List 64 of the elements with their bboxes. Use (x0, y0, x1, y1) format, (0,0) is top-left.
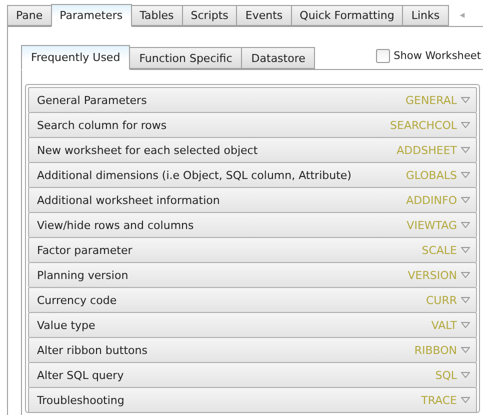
section-code: TRACE (421, 394, 457, 406)
expand-triangle-icon (461, 147, 470, 153)
section-title: Currency code (37, 294, 117, 306)
tab[interactable]: Datastore (241, 47, 316, 69)
section-code: GLOBALS (406, 168, 457, 182)
section-code: SEARCHCOL (390, 118, 457, 132)
expand-triangle-icon (461, 122, 470, 128)
checkbox[interactable] (376, 49, 390, 63)
section-title: Additional dimensions (i.e Object, SQL column, Attribute) (37, 168, 352, 182)
section-title: Value type (37, 318, 96, 332)
section-title: Search column for rows (37, 118, 167, 132)
expand-triangle-icon (461, 197, 470, 203)
expand-triangle-icon (461, 372, 470, 378)
section-title: Alter ribbon buttons (37, 344, 148, 356)
checkbox-label: Show Worksheet (394, 50, 481, 62)
tab[interactable]: Scripts (182, 5, 238, 26)
tab[interactable]: Links (402, 5, 449, 26)
section-code: CURR (426, 294, 457, 306)
expand-triangle-icon (461, 97, 470, 103)
section-title: New worksheet for each selected object (37, 144, 258, 156)
section-code: RIBBON (414, 344, 457, 356)
section-title: Factor parameter (37, 244, 132, 256)
section-code: VIEWTAG (406, 218, 457, 232)
accordion-header[interactable]: View/hide rows and columns VIEWTAG (28, 212, 477, 237)
accordion-header[interactable]: Additional worksheet information ADDINFO (28, 187, 477, 212)
section-code: GENERAL (405, 94, 457, 106)
section-title: View/hide rows and columns (37, 218, 194, 232)
tab[interactable]: Tables (130, 5, 183, 26)
section-code: ADDINFO (406, 194, 457, 206)
expand-triangle-icon (461, 222, 470, 228)
section-title: Planning version (37, 268, 128, 282)
tab[interactable]: Quick Formatting (290, 5, 404, 26)
expand-triangle-icon (461, 272, 470, 278)
tab[interactable]: Events (236, 5, 292, 26)
accordion-header[interactable]: Value type VALT (28, 312, 477, 337)
section-title: General Parameters (37, 94, 147, 106)
section-code: VALT (431, 318, 457, 332)
accordion-header[interactable]: Currency code CURR (28, 287, 477, 312)
expand-triangle-icon (461, 247, 470, 253)
accordion-header[interactable]: New worksheet for each selected object ADDSHEET (28, 137, 477, 162)
accordion-header[interactable]: Troubleshooting TRACE (28, 387, 477, 412)
section-code: SCALE (422, 244, 457, 256)
tab[interactable]: Pane (7, 5, 52, 26)
expand-triangle-icon (461, 347, 470, 353)
accordion-header[interactable]: Alter SQL query SQL (28, 362, 477, 387)
expand-triangle-icon (461, 172, 470, 178)
accordion-header[interactable]: Factor parameter SCALE (28, 237, 477, 262)
section-code: ADDSHEET (396, 144, 457, 156)
expand-triangle-icon (461, 297, 470, 303)
section-title: Additional worksheet information (37, 194, 220, 206)
expand-triangle-icon (461, 322, 470, 328)
accordion-header[interactable]: General Parameters GENERAL (28, 87, 477, 112)
tab[interactable]: Function Specific (129, 47, 242, 69)
accordion-header[interactable]: Search column for rows SEARCHCOL (28, 112, 477, 137)
section-title: Alter SQL query (37, 368, 124, 382)
accordion-header[interactable]: Planning version VERSION (28, 262, 477, 287)
accordion-header[interactable]: Additional dimensions (i.e Object, SQL column, Attribute) GLOBALS (28, 162, 477, 187)
section-code: VERSION (408, 268, 457, 282)
expand-triangle-icon (461, 397, 470, 403)
section-code: SQL (435, 368, 457, 382)
tab[interactable]: Frequently Used (21, 45, 130, 70)
tab[interactable]: Parameters (50, 4, 132, 27)
accordion-header[interactable]: Alter ribbon buttons RIBBON (28, 337, 477, 362)
section-title: Troubleshooting (37, 394, 124, 406)
